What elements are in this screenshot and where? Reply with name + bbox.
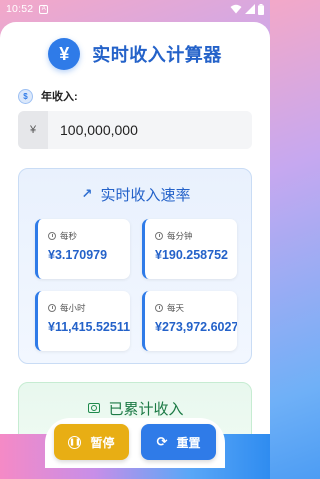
reset-button[interactable]: ⟳ 重置 <box>141 424 216 460</box>
tile-value: ¥190.258752 <box>155 248 228 262</box>
status-time: 10:52 <box>6 3 34 15</box>
status-bar: 10:52 A <box>0 0 270 18</box>
reset-button-label: 重置 <box>176 435 201 450</box>
clock-icon <box>155 232 163 240</box>
wifi-icon <box>230 4 242 14</box>
main-card: ¥ 实时收入计算器 $ 年收入: ¥ ↗ 实时收入速率 每秒 ¥3.170979… <box>0 22 270 479</box>
trending-up-icon: ↗ <box>81 186 93 201</box>
tile-value: ¥11,415.52511 <box>48 320 130 334</box>
tile-label: 每天 <box>167 303 185 313</box>
yen-icon: ¥ <box>48 38 81 70</box>
dollar-coin-icon: $ <box>18 88 33 104</box>
stat-tile-per-hour: 每小时 ¥11,415.52511 <box>35 291 130 351</box>
pause-icon: ❚❚ <box>68 435 82 449</box>
rate-card: ↗ 实时收入速率 每秒 ¥3.170979 每分钟 ¥190.258752 每小… <box>18 168 252 364</box>
stat-tile-per-second: 每秒 ¥3.170979 <box>35 219 130 279</box>
stat-tile-per-day: 每天 ¥273,972.60274 <box>142 291 237 351</box>
battery-icon <box>258 3 264 15</box>
annual-income-label: 年收入: <box>41 91 78 103</box>
pause-button[interactable]: ❚❚ 暂停 <box>54 424 129 460</box>
rate-title: 实时收入速率 <box>100 186 191 204</box>
app-header: ¥ 实时收入计算器 <box>0 36 270 72</box>
rate-header: ↗ 实时收入速率 <box>19 183 253 205</box>
tile-value: ¥273,972.60274 <box>155 320 237 334</box>
income-label-row: $ 年收入: <box>18 88 78 104</box>
pause-button-label: 暂停 <box>90 435 115 450</box>
annual-income-input[interactable] <box>48 111 252 149</box>
status-icons <box>230 3 264 15</box>
clock-icon <box>48 232 56 240</box>
tile-label: 每秒 <box>60 231 78 241</box>
clock-icon <box>48 304 56 312</box>
annual-income-field: ¥ <box>18 111 252 149</box>
signal-icon <box>245 4 255 14</box>
tile-label: 每小时 <box>60 303 86 313</box>
banknote-icon <box>88 403 101 413</box>
clock-icon <box>155 304 163 312</box>
page-title: 实时收入计算器 <box>92 45 222 65</box>
tile-value: ¥3.170979 <box>48 248 108 262</box>
accumulated-header: 已累计收入 <box>19 397 253 419</box>
sim-icon: A <box>39 4 49 14</box>
tile-label: 每分钟 <box>167 231 193 241</box>
stat-tile-per-minute: 每分钟 ¥190.258752 <box>142 219 237 279</box>
currency-prefix: ¥ <box>18 111 48 149</box>
refresh-icon: ⟳ <box>156 434 168 449</box>
accumulated-title: 已累计收入 <box>108 400 184 418</box>
